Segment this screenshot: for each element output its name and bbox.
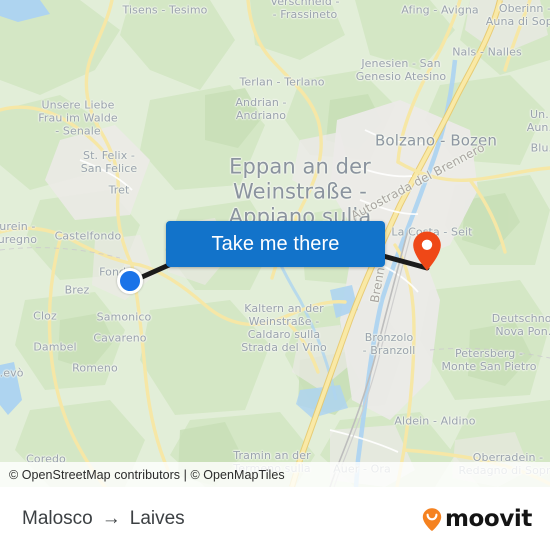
attribution-text: © OpenStreetMap contributors | © OpenMap… [9,467,285,482]
map-attribution: © OpenStreetMap contributors | © OpenMap… [0,462,550,487]
take-me-there-label: Take me there [211,232,340,255]
trip-summary: Malosco → Laives [22,508,185,530]
origin-marker[interactable] [117,268,143,294]
moovit-logo[interactable]: moovit [421,506,532,532]
map-canvas[interactable]: Tisens - Tesimo Verschneid - - Frassineto… [0,0,550,487]
take-me-there-button[interactable]: Take me there [166,221,385,267]
footer-bar: Malosco → Laives moovit [0,487,550,550]
arrow-right-icon: → [101,507,121,529]
destination-marker[interactable] [411,230,443,272]
moovit-wordmark: moovit [444,505,532,532]
trip-origin: Malosco [22,507,93,529]
moovit-map-screen: Tisens - Tesimo Verschneid - - Frassineto… [0,0,550,550]
moovit-pin-icon [422,507,442,531]
trip-destination: Laives [129,507,185,529]
